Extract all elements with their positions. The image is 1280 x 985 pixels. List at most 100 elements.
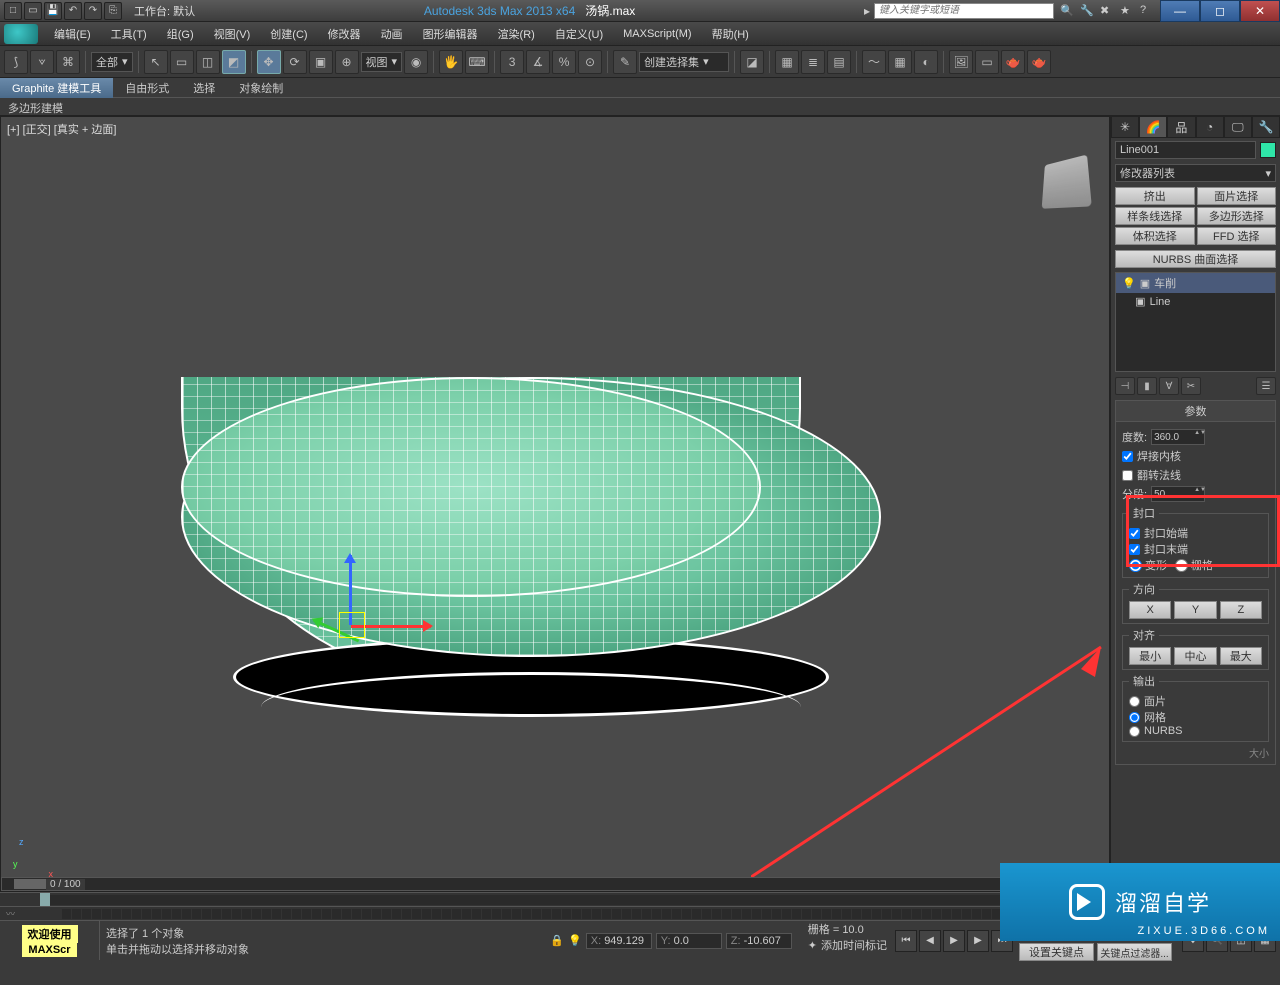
edit-named-sel-icon[interactable]: ✎ bbox=[613, 50, 637, 74]
checkbox-cap-start[interactable] bbox=[1129, 528, 1140, 539]
viewport[interactable]: [+] [正交] [真实 + 边面] y bbox=[0, 116, 1110, 892]
layers-icon[interactable]: ≣ bbox=[801, 50, 825, 74]
schematic-icon[interactable]: ▦ bbox=[888, 50, 912, 74]
workspace-dropdown[interactable]: 工作台: 默认 bbox=[134, 3, 195, 19]
pin-stack-icon[interactable]: ⊣ bbox=[1115, 377, 1135, 395]
select-icon[interactable]: ↖ bbox=[144, 50, 168, 74]
signin-icon[interactable]: 🔧 bbox=[1080, 4, 1094, 18]
make-unique-icon[interactable]: ∀ bbox=[1159, 377, 1179, 395]
btn-extrude[interactable]: 挤出 bbox=[1115, 187, 1195, 205]
menu-edit[interactable]: 编辑(E) bbox=[44, 26, 101, 42]
stack-item-lathe[interactable]: 💡 ▣ 车削 bbox=[1116, 273, 1275, 293]
rollout-head-params[interactable]: 参数 bbox=[1116, 401, 1275, 422]
tab-create-icon[interactable]: ✳ bbox=[1111, 116, 1139, 138]
viewcube[interactable] bbox=[1042, 155, 1092, 209]
remove-mod-icon[interactable]: ✂ bbox=[1181, 377, 1201, 395]
menu-render[interactable]: 渲染(R) bbox=[488, 26, 545, 42]
menu-create[interactable]: 创建(C) bbox=[260, 26, 317, 42]
move-icon[interactable]: ✥ bbox=[257, 50, 281, 74]
spinner-degrees[interactable]: ▲▼ bbox=[1151, 429, 1205, 445]
btn-align-center[interactable]: 中心 bbox=[1174, 647, 1216, 665]
pivot-icon[interactable]: ◉ bbox=[404, 50, 428, 74]
coord-y[interactable]: Y:0.0 bbox=[656, 933, 722, 949]
tab-utilities-icon[interactable]: 🔧 bbox=[1252, 116, 1280, 138]
layer-manager-icon[interactable]: ▤ bbox=[827, 50, 851, 74]
btn-ffd-sel[interactable]: FFD 选择 bbox=[1197, 227, 1277, 245]
undo-icon[interactable]: ↶ bbox=[64, 2, 82, 20]
tab-freeform[interactable]: 自由形式 bbox=[113, 78, 181, 98]
radio-nurbs[interactable] bbox=[1129, 726, 1140, 737]
keyboard-icon[interactable]: ⌨ bbox=[465, 50, 489, 74]
radio-patch[interactable] bbox=[1129, 696, 1140, 707]
app-menu-icon[interactable] bbox=[4, 24, 38, 44]
lock-icon[interactable]: 🔒 bbox=[550, 934, 564, 947]
align-icon[interactable]: ▦ bbox=[775, 50, 799, 74]
menu-animation[interactable]: 动画 bbox=[371, 26, 413, 42]
coord-z[interactable]: Z:-10.607 bbox=[726, 933, 792, 949]
percent-snap-icon[interactable]: % bbox=[552, 50, 576, 74]
lightbulb-icon[interactable]: 💡 bbox=[1122, 277, 1136, 290]
angle-snap-icon[interactable]: ∡ bbox=[526, 50, 550, 74]
select-name-icon[interactable]: ▭ bbox=[170, 50, 194, 74]
search-icon[interactable]: 🔍 bbox=[1060, 4, 1074, 18]
play-icon[interactable]: ▶ bbox=[943, 930, 965, 952]
tab-paint[interactable]: 对象绘制 bbox=[227, 78, 295, 98]
link-icon[interactable]: ⎘ bbox=[104, 2, 122, 20]
stack-item-line[interactable]: ▣ Line bbox=[1116, 293, 1275, 310]
mirror-icon[interactable]: ◪ bbox=[740, 50, 764, 74]
checkbox-flip-normals[interactable] bbox=[1122, 470, 1133, 481]
exchange-icon[interactable]: ✖ bbox=[1100, 4, 1114, 18]
new-icon[interactable]: □ bbox=[4, 2, 22, 20]
scale-icon[interactable]: ▣ bbox=[309, 50, 333, 74]
checkbox-cap-end[interactable] bbox=[1129, 544, 1140, 555]
manipulate-icon[interactable]: 🖐 bbox=[439, 50, 463, 74]
bind-icon[interactable]: ⌘ bbox=[56, 50, 80, 74]
render-setup-icon[interactable]: 🖼 bbox=[949, 50, 973, 74]
ref-coord-dropdown[interactable]: 视图 bbox=[361, 52, 403, 72]
expand-icon[interactable]: ▣ bbox=[1140, 277, 1150, 290]
material-editor-icon[interactable]: ◐ bbox=[914, 50, 938, 74]
mini-curve-icon[interactable]: 〰 bbox=[0, 907, 21, 920]
redo-icon[interactable]: ↷ bbox=[84, 2, 102, 20]
viewport-hscrollbar[interactable] bbox=[1, 877, 1109, 891]
ref-coord-icon[interactable]: ⊕ bbox=[335, 50, 359, 74]
named-selection-dropdown[interactable]: 创建选择集 bbox=[639, 52, 729, 72]
btn-align-min[interactable]: 最小 bbox=[1129, 647, 1171, 665]
tab-display-icon[interactable]: 🖵 bbox=[1224, 116, 1252, 138]
render-prod-icon[interactable]: 🫖 bbox=[1027, 50, 1051, 74]
selection-filter-dropdown[interactable]: 全部 bbox=[91, 52, 133, 72]
close-button[interactable]: ✕ bbox=[1240, 0, 1280, 22]
select-link-icon[interactable]: ⟆ bbox=[4, 50, 28, 74]
btn-face-sel[interactable]: 面片选择 bbox=[1197, 187, 1277, 205]
tab-graphite[interactable]: Graphite 建模工具 bbox=[0, 78, 113, 98]
btn-axis-y[interactable]: Y bbox=[1174, 601, 1216, 619]
minimize-button[interactable]: — bbox=[1160, 0, 1200, 22]
ribbon-panel-poly[interactable]: 多边形建模 bbox=[0, 98, 1280, 116]
spinner-snap-icon[interactable]: ⊙ bbox=[578, 50, 602, 74]
expand-icon[interactable]: ▣ bbox=[1135, 295, 1145, 308]
menu-modifiers[interactable]: 修改器 bbox=[318, 26, 371, 42]
favorite-icon[interactable]: ★ bbox=[1120, 4, 1134, 18]
menu-group[interactable]: 组(G) bbox=[157, 26, 204, 42]
radio-mesh[interactable] bbox=[1129, 712, 1140, 723]
coord-x[interactable]: X:949.129 bbox=[586, 933, 652, 949]
next-frame-icon[interactable]: ▶ bbox=[967, 930, 989, 952]
isolate-icon[interactable]: 💡 bbox=[568, 934, 582, 947]
menu-tools[interactable]: 工具(T) bbox=[101, 26, 157, 42]
btn-vol-sel[interactable]: 体积选择 bbox=[1115, 227, 1195, 245]
show-end-icon[interactable]: ▮ bbox=[1137, 377, 1157, 395]
btn-axis-x[interactable]: X bbox=[1129, 601, 1171, 619]
viewport-label[interactable]: [+] [正交] [真实 + 边面] bbox=[7, 121, 116, 137]
key-filters-button[interactable]: 关键点过滤器... bbox=[1097, 943, 1172, 961]
configure-icon[interactable]: ☰ bbox=[1256, 377, 1276, 395]
tab-hierarchy-icon[interactable]: 品 bbox=[1167, 116, 1195, 138]
menu-views[interactable]: 视图(V) bbox=[204, 26, 261, 42]
btn-align-max[interactable]: 最大 bbox=[1220, 647, 1262, 665]
select-region-icon[interactable]: ◫ bbox=[196, 50, 220, 74]
btn-axis-z[interactable]: Z bbox=[1220, 601, 1262, 619]
modifier-list-dropdown[interactable]: 修改器列表▾ bbox=[1115, 164, 1276, 182]
object-name-field[interactable]: Line001 bbox=[1115, 141, 1256, 159]
snap-icon[interactable]: 3 bbox=[500, 50, 524, 74]
radio-morph[interactable]: 变形 bbox=[1129, 557, 1167, 573]
btn-spline-sel[interactable]: 样条线选择 bbox=[1115, 207, 1195, 225]
